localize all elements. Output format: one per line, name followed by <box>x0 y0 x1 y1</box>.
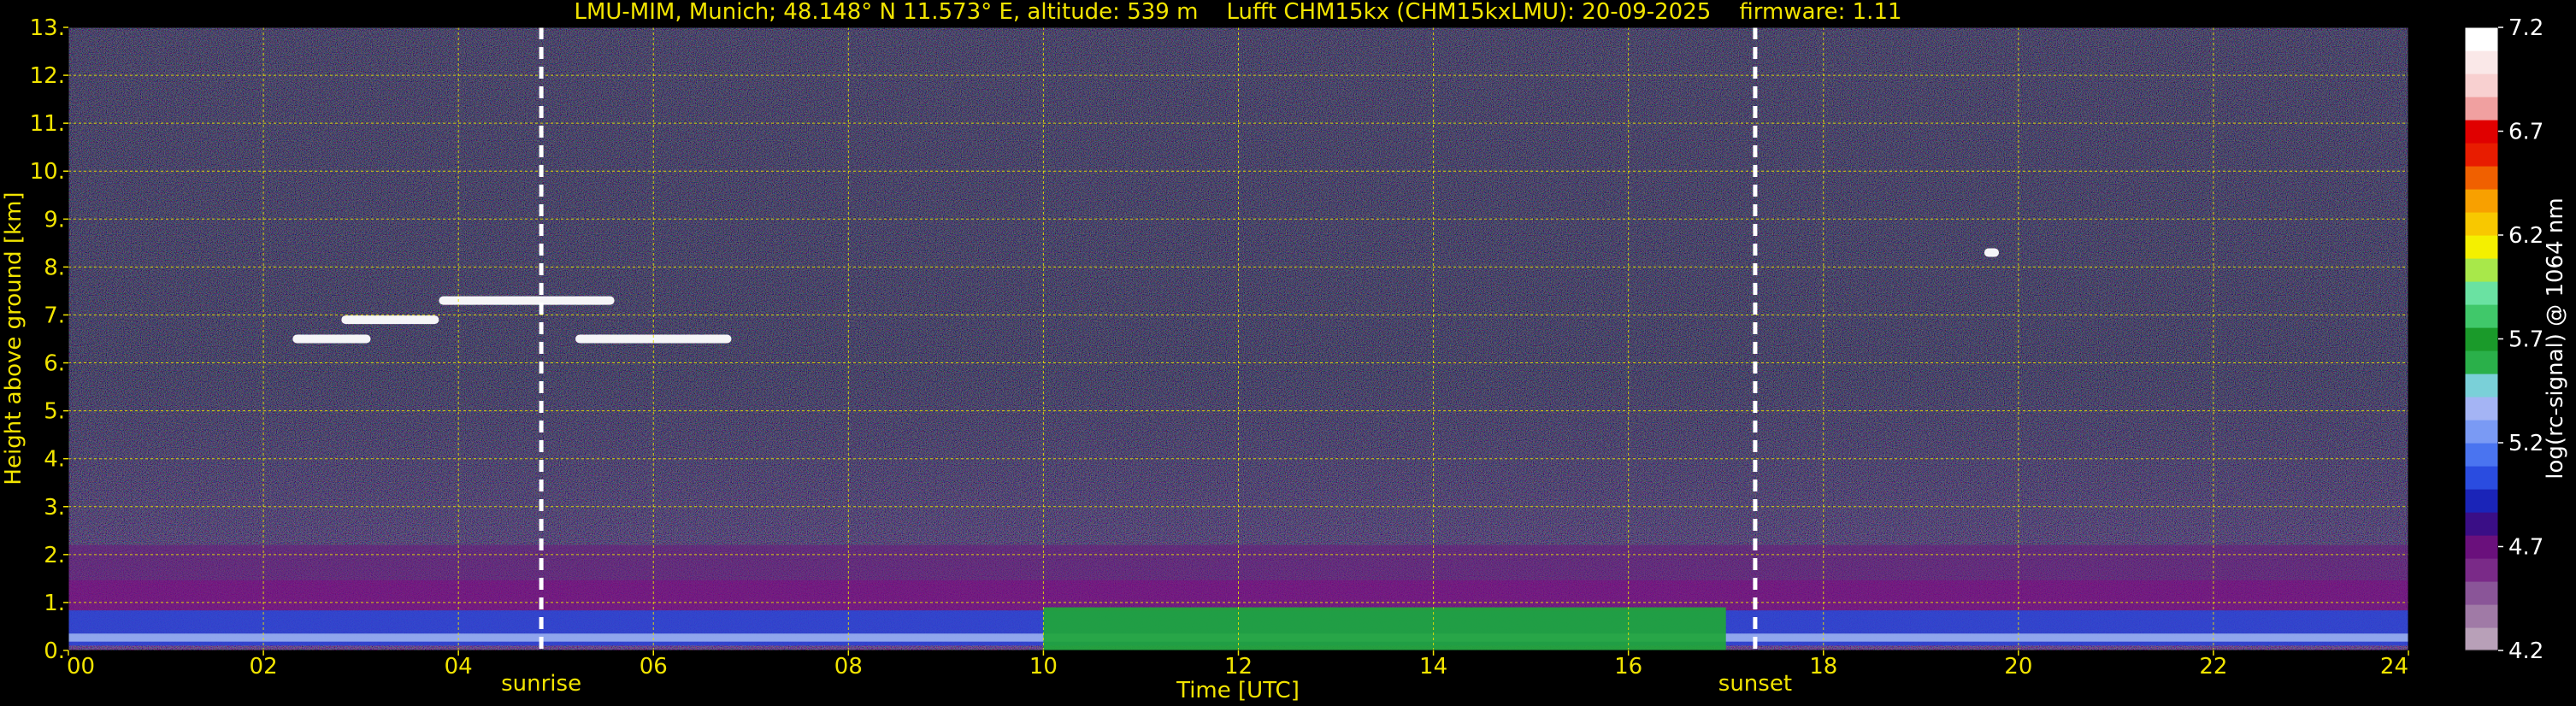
x-tick-label: 00 <box>67 654 95 680</box>
colorbar-segment <box>2465 235 2498 259</box>
x-axis-label: Time [UTC] <box>1176 678 1300 703</box>
y-tick-label: 2. <box>44 543 65 568</box>
cloud <box>1984 248 2000 257</box>
cloud <box>292 334 371 344</box>
aerosol-layer-middle <box>68 580 2408 611</box>
colorbar-tick-label: 5.2 <box>2508 431 2544 456</box>
colorbar-segment <box>2465 166 2498 190</box>
colorbar-segment <box>2465 535 2498 559</box>
colorbar-segment <box>2465 120 2498 144</box>
colorbar-segment <box>2465 397 2498 421</box>
colorbar-segment <box>2465 489 2498 513</box>
colorbar-segment <box>2465 189 2498 213</box>
x-tick-label: 12 <box>1224 654 1253 680</box>
colorbar-segment <box>2465 443 2498 467</box>
plot-area <box>68 27 2408 650</box>
y-tick-label: 12. <box>30 63 65 89</box>
y-tick-label: 7. <box>44 303 65 328</box>
colorbar-segment <box>2465 50 2498 74</box>
colorbar-tick-label: 6.7 <box>2508 120 2544 145</box>
x-tick-label: 04 <box>445 654 473 680</box>
y-tick-label: 0. <box>44 638 65 664</box>
y-tick-label: 13. <box>30 15 65 41</box>
colorbar <box>2464 26 2499 651</box>
x-tick-label: 18 <box>1809 654 1837 680</box>
x-tick-label: 24 <box>2380 654 2408 680</box>
colorbar-segment <box>2465 627 2498 651</box>
colorbar-segment <box>2465 374 2498 397</box>
marker-label-sunset: sunset <box>1718 671 1792 697</box>
colorbar-segment <box>2465 281 2498 305</box>
colorbar-segment <box>2465 420 2498 444</box>
y-axis-ticks: 0. 1. 2. 3. 4. 5. 6. 7. 8. 9. 10. 11. 12. 13. <box>30 15 68 664</box>
colorbar-tick-label: 4.7 <box>2508 535 2544 561</box>
y-axis-label: Height above ground [km] <box>1 191 27 485</box>
y-tick-label: 4. <box>44 447 65 473</box>
x-tick-label: 06 <box>640 654 668 680</box>
y-tick-label: 11. <box>30 111 65 137</box>
x-axis-ticks: 00 02 04 06 08 10 12 14 16 18 20 22 24 <box>67 650 2409 680</box>
colorbar-segment <box>2465 466 2498 490</box>
cloud <box>341 315 439 325</box>
cloud <box>439 296 615 305</box>
colorbar-tick-label: 6.2 <box>2508 223 2544 249</box>
colorbar-segment <box>2465 212 2498 236</box>
colorbar-segment <box>2465 350 2498 374</box>
boundary-layer <box>1043 607 1726 650</box>
ceilometer-chart: LMU-MIM, Munich; 48.148° N 11.573° E, al… <box>1 0 2568 703</box>
y-tick-label: 3. <box>44 495 65 521</box>
x-tick-label: 22 <box>2199 654 2227 680</box>
colorbar-segment <box>2465 327 2498 351</box>
colorbar-segment <box>2465 258 2498 282</box>
marker-label-sunrise: sunrise <box>501 671 581 697</box>
colorbar-segment <box>2465 512 2498 536</box>
y-tick-label: 5. <box>44 399 65 425</box>
colorbar-segment <box>2465 604 2498 628</box>
colorbar-segment <box>2465 27 2498 51</box>
colorbar-tick-label: 4.2 <box>2508 638 2544 664</box>
x-tick-label: 10 <box>1029 654 1058 680</box>
colorbar-segment <box>2465 558 2498 582</box>
colorbar-segment <box>2465 304 2498 328</box>
x-tick-label: 02 <box>250 654 278 680</box>
colorbar-label: log(rc-signal) @ 1064 nm <box>2543 197 2568 479</box>
chart-title: LMU-MIM, Munich; 48.148° N 11.573° E, al… <box>574 0 1901 25</box>
y-tick-label: 8. <box>44 255 65 280</box>
x-tick-label: 08 <box>834 654 863 680</box>
colorbar-segment <box>2465 143 2498 167</box>
y-tick-label: 10. <box>30 159 65 185</box>
colorbar-segment <box>2465 581 2498 605</box>
x-tick-label: 16 <box>1614 654 1642 680</box>
colorbar-tick-label: 7.2 <box>2508 15 2544 41</box>
x-tick-label: 20 <box>2004 654 2032 680</box>
colorbar-tick-label: 5.7 <box>2508 327 2544 353</box>
colorbar-ticks: 4.2 4.7 5.2 5.7 6.2 6.7 7.2 <box>2498 15 2544 664</box>
y-tick-label: 9. <box>44 207 65 232</box>
colorbar-segment <box>2465 74 2498 97</box>
x-tick-label: 14 <box>1419 654 1447 680</box>
y-tick-label: 1. <box>44 591 65 616</box>
y-tick-label: 6. <box>44 351 65 377</box>
marker-labels: sunrise sunset <box>501 671 1792 697</box>
colorbar-segment <box>2465 97 2498 121</box>
